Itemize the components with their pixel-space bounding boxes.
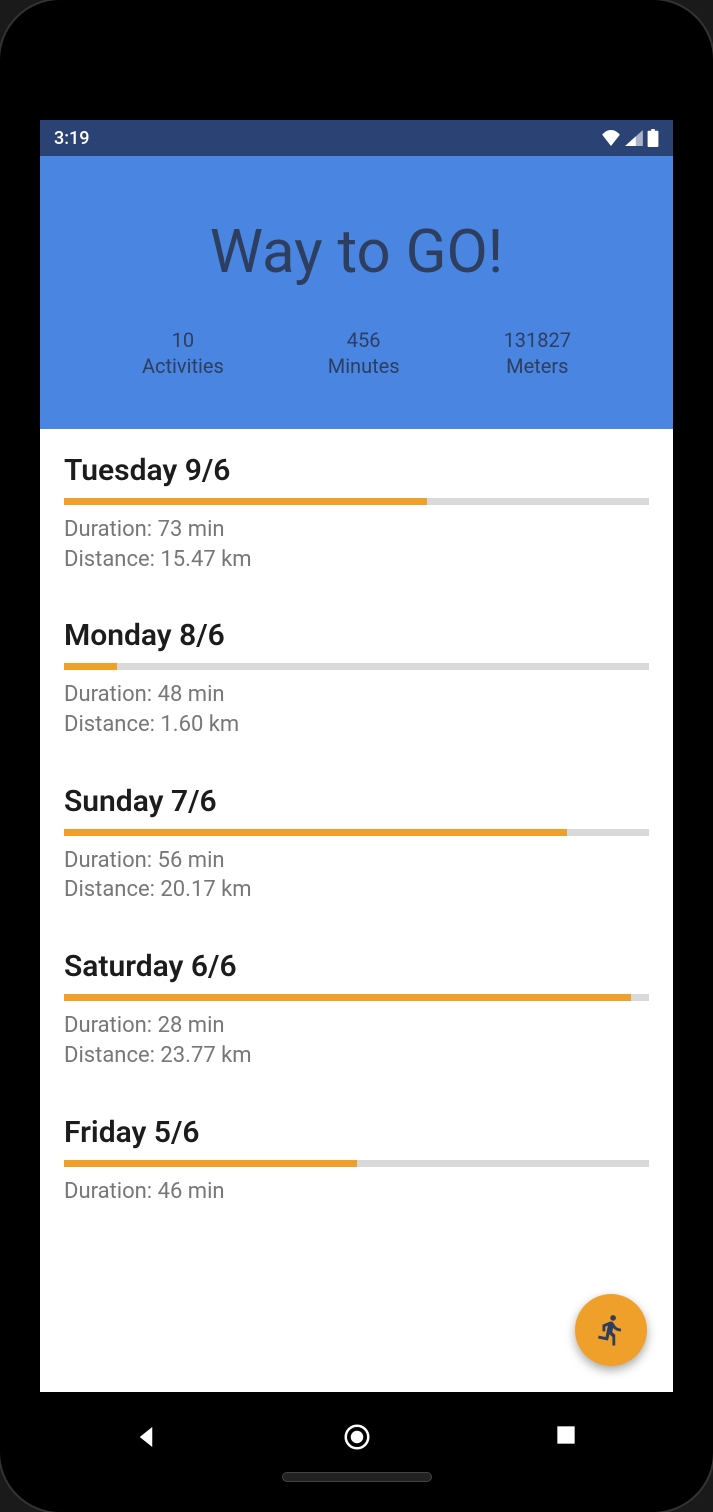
activity-duration: Duration: 56 min xyxy=(64,846,649,876)
start-activity-fab[interactable] xyxy=(575,1294,647,1366)
runner-icon xyxy=(594,1313,628,1347)
progress-fill xyxy=(64,498,427,505)
progress-fill xyxy=(64,1160,357,1167)
activity-title: Monday 8/6 xyxy=(64,618,649,653)
device-inner: 3:19 Way to GO! 10 Activities 456 Mi xyxy=(20,20,693,1492)
activity-duration: Duration: 28 min xyxy=(64,1011,649,1041)
activity-title: Tuesday 9/6 xyxy=(64,453,649,488)
progress-bar xyxy=(64,829,649,836)
nav-back-button[interactable] xyxy=(131,1422,161,1452)
progress-fill xyxy=(64,663,117,670)
activity-item[interactable]: Saturday 6/6 Duration: 28 min Distance: … xyxy=(40,925,673,1090)
nav-home-button[interactable] xyxy=(342,1422,372,1452)
progress-fill xyxy=(64,829,567,836)
header: Way to GO! 10 Activities 456 Minutes 131… xyxy=(40,156,673,429)
status-time: 3:19 xyxy=(54,128,89,149)
speaker-bottom xyxy=(282,1472,432,1482)
stat-meters: 131827 Meters xyxy=(504,327,571,379)
status-bar: 3:19 xyxy=(40,120,673,156)
device-frame: 3:19 Way to GO! 10 Activities 456 Mi xyxy=(0,0,713,1512)
activity-item[interactable]: Tuesday 9/6 Duration: 73 min Distance: 1… xyxy=(40,429,673,594)
signal-icon xyxy=(625,130,643,146)
activity-duration: Duration: 73 min xyxy=(64,515,649,545)
activity-distance: Distance: 15.47 km xyxy=(64,545,649,575)
activity-duration: Duration: 46 min xyxy=(64,1177,649,1207)
stat-activities: 10 Activities xyxy=(142,327,224,379)
activity-distance: Distance: 20.17 km xyxy=(64,875,649,905)
activity-title: Sunday 7/6 xyxy=(64,784,649,819)
stat-label: Minutes xyxy=(328,353,400,379)
stat-value: 456 xyxy=(328,327,400,353)
activity-duration: Duration: 48 min xyxy=(64,680,649,710)
stat-minutes: 456 Minutes xyxy=(328,327,400,379)
screen: 3:19 Way to GO! 10 Activities 456 Mi xyxy=(40,120,673,1392)
progress-bar xyxy=(64,663,649,670)
header-title: Way to GO! xyxy=(60,216,653,287)
activity-item[interactable]: Friday 5/6 Duration: 46 min xyxy=(40,1091,673,1227)
progress-bar xyxy=(64,498,649,505)
status-icons xyxy=(601,129,659,147)
activity-distance: Distance: 23.77 km xyxy=(64,1041,649,1071)
battery-icon xyxy=(647,129,659,147)
stat-label: Meters xyxy=(504,353,571,379)
stat-label: Activities xyxy=(142,353,224,379)
nav-recent-button[interactable] xyxy=(553,1422,583,1452)
progress-fill xyxy=(64,994,631,1001)
android-nav-bar xyxy=(40,1402,673,1472)
stat-value: 131827 xyxy=(504,327,571,353)
activity-item[interactable]: Sunday 7/6 Duration: 56 min Distance: 20… xyxy=(40,760,673,925)
activity-title: Friday 5/6 xyxy=(64,1115,649,1150)
activity-item[interactable]: Monday 8/6 Duration: 48 min Distance: 1.… xyxy=(40,594,673,759)
progress-bar xyxy=(64,1160,649,1167)
stat-value: 10 xyxy=(142,327,224,353)
wifi-icon xyxy=(601,130,621,146)
stats-row: 10 Activities 456 Minutes 131827 Meters xyxy=(60,327,653,379)
activity-distance: Distance: 1.60 km xyxy=(64,710,649,740)
progress-bar xyxy=(64,994,649,1001)
activity-list[interactable]: Tuesday 9/6 Duration: 73 min Distance: 1… xyxy=(40,429,673,1392)
activity-title: Saturday 6/6 xyxy=(64,949,649,984)
